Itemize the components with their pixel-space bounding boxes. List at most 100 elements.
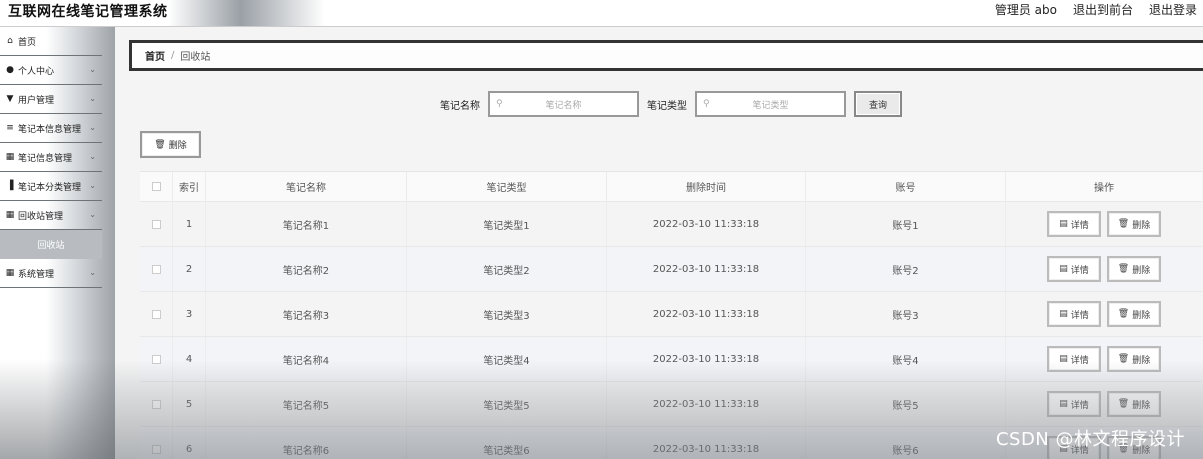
delete-label: 删除 <box>1132 400 1151 411</box>
sidebar-item-recycle-bin[interactable]: ▦ 回收站管理 ⌄ <box>0 201 102 230</box>
logout-link[interactable]: 退出登录 <box>1149 1 1197 18</box>
cell-delete-time: 2022-03-10 11:33:18 <box>607 292 806 336</box>
cell-note-name: 笔记名称1 <box>206 202 407 246</box>
cell-delete-time: 2022-03-10 11:33:18 <box>607 247 806 291</box>
cell-index: 5 <box>173 382 206 426</box>
delete-button[interactable]: 🗑 删除 <box>1107 256 1161 282</box>
document-icon: ▤ <box>1059 264 1068 274</box>
detail-button[interactable]: ▤ 详情 <box>1047 301 1101 327</box>
delete-label: 删除 <box>1132 355 1151 366</box>
cell-delete-time: 2022-03-10 11:33:18 <box>607 382 806 426</box>
breadcrumb-current: 回收站 <box>180 52 211 63</box>
sidebar-item-label: 回收站管理 <box>18 211 64 222</box>
cell-note-type: 笔记类型4 <box>407 337 607 381</box>
sidebar-item-note-info[interactable]: ▦ 笔记信息管理 ⌄ <box>0 143 102 172</box>
search-bar: 笔记名称 ⚲ 笔记名称 笔记类型 ⚲ 笔记类型 查询 <box>440 91 902 117</box>
cell-note-name: 笔记名称6 <box>206 427 407 459</box>
top-header: 互联网在线笔记管理系统 管理员 abo 退出到前台 退出登录 <box>0 0 1203 27</box>
sidebar-item-label: 用户管理 <box>18 95 55 106</box>
watermark: CSDN @林文程序设计 <box>995 429 1185 450</box>
document-icon: ▤ <box>1059 309 1068 319</box>
cell-actions: ▤ 详情 🗑 删除 <box>1006 292 1202 336</box>
row-select[interactable] <box>140 427 173 459</box>
admin-label: 管理员 abo <box>994 3 1057 17</box>
column-header: 笔记名称 <box>206 172 407 201</box>
document-icon: ▤ <box>1059 219 1068 229</box>
chevron-up-icon: ⌄ <box>89 210 96 219</box>
detail-label: 详情 <box>1070 220 1089 231</box>
detail-button[interactable]: ▤ 详情 <box>1047 346 1101 372</box>
column-header: 删除时间 <box>607 172 806 201</box>
cell-index: 6 <box>173 427 206 459</box>
query-button[interactable]: 查询 <box>854 91 902 117</box>
sidebar-item-label: 个人中心 <box>18 66 55 77</box>
bar-chart-icon: ▐ <box>6 181 14 191</box>
sidebar-item-label: 笔记信息管理 <box>18 153 73 164</box>
cell-note-name: 笔记名称3 <box>206 292 407 336</box>
checkbox[interactable] <box>151 354 161 364</box>
note-name-input[interactable]: ⚲ 笔记名称 <box>488 91 639 117</box>
sidebar-item-notebook-category[interactable]: ▐ 笔记本分类管理 ⌄ <box>0 172 102 201</box>
note-type-input[interactable]: ⚲ 笔记类型 <box>695 91 846 117</box>
trash-icon: 🗑 <box>1117 219 1130 229</box>
cell-account: 账号5 <box>806 382 1006 426</box>
sidebar-item-profile[interactable]: ● 个人中心 ⌄ <box>0 56 102 85</box>
trash-icon: 🗑 <box>1117 399 1130 409</box>
detail-label: 详情 <box>1070 265 1089 276</box>
delete-button[interactable]: 🗑 删除 <box>1107 391 1161 417</box>
checkbox[interactable] <box>151 182 161 191</box>
exit-to-front-link[interactable]: 退出到前台 <box>1073 1 1133 18</box>
column-header: 笔记类型 <box>407 172 607 201</box>
detail-button[interactable]: ▤ 详情 <box>1047 211 1101 237</box>
row-select[interactable] <box>140 202 173 246</box>
sidebar-item-home[interactable]: ⌂ 首页 <box>0 27 102 56</box>
cell-delete-time: 2022-03-10 11:33:18 <box>607 427 806 459</box>
chevron-down-icon: ⌄ <box>89 152 96 161</box>
checkbox[interactable] <box>151 399 161 409</box>
delete-label: 删除 <box>1132 265 1151 276</box>
checkbox[interactable] <box>151 309 161 319</box>
table-row: 2 笔记名称2 笔记类型2 2022-03-10 11:33:18 账号2 ▤ 详情 🗑 删除 <box>140 247 1202 292</box>
sidebar-item-label: 笔记本分类管理 <box>18 182 82 193</box>
sidebar-subitem-recycle-bin[interactable]: 回收站 <box>0 230 102 259</box>
batch-delete-label: 删除 <box>168 141 187 151</box>
delete-button[interactable]: 🗑 删除 <box>1107 211 1161 237</box>
sidebar-item-label: 首页 <box>18 37 37 48</box>
checkbox[interactable] <box>151 264 161 274</box>
cell-note-type: 笔记类型2 <box>407 247 607 291</box>
delete-label: 删除 <box>1132 310 1151 321</box>
detail-button[interactable]: ▤ 详情 <box>1047 256 1101 282</box>
cell-account: 账号4 <box>806 337 1006 381</box>
detail-button[interactable]: ▤ 详情 <box>1047 391 1101 417</box>
app-title: 互联网在线笔记管理系统 <box>8 4 168 20</box>
row-select[interactable] <box>140 382 173 426</box>
batch-delete-button[interactable]: 🗑 删除 <box>140 131 201 158</box>
document-icon: ▤ <box>1059 354 1068 364</box>
sidebar-item-notebook-info[interactable]: ≡ 笔记本信息管理 ⌄ <box>0 114 102 143</box>
sidebar-item-system[interactable]: ▦ 系统管理 ⌄ <box>0 259 102 288</box>
trash-icon: 🗑 <box>1117 354 1130 364</box>
cell-actions: ▤ 详情 🗑 删除 <box>1006 337 1202 381</box>
delete-button[interactable]: 🗑 删除 <box>1107 346 1161 372</box>
grid-icon: ▦ <box>5 210 15 220</box>
column-header: 账号 <box>806 172 1006 201</box>
row-select[interactable] <box>140 247 173 291</box>
delete-button[interactable]: 🗑 删除 <box>1107 301 1161 327</box>
chevron-down-icon: ⌄ <box>89 123 96 132</box>
detail-label: 详情 <box>1070 355 1089 366</box>
sidebar: ⌂ 首页 ● 个人中心 ⌄ ▼ 用户管理 ⌄ ≡ 笔记本信息管理 ⌄ ▦ 笔记信… <box>0 27 115 459</box>
users-icon: ▼ <box>6 94 14 104</box>
recycle-table: 索引 笔记名称 笔记类型 删除时间 账号 操作 1 笔记名称1 笔记类型1 2022-… <box>140 171 1202 459</box>
cell-actions: ▤ 详情 🗑 删除 <box>1006 247 1202 291</box>
grid-icon: ▦ <box>5 268 15 278</box>
row-select[interactable] <box>140 337 173 381</box>
header-select-all[interactable] <box>140 172 173 201</box>
breadcrumb-home[interactable]: 首页 <box>145 48 165 63</box>
checkbox[interactable] <box>151 219 161 229</box>
cell-note-type: 笔记类型6 <box>407 427 607 459</box>
row-select[interactable] <box>140 292 173 336</box>
table-row: 1 笔记名称1 笔记类型1 2022-03-10 11:33:18 账号1 ▤ 详情 🗑 删除 <box>140 202 1202 247</box>
note-name-placeholder: 笔记名称 <box>545 100 582 111</box>
checkbox[interactable] <box>151 444 161 454</box>
sidebar-item-users[interactable]: ▼ 用户管理 ⌄ <box>0 85 102 114</box>
